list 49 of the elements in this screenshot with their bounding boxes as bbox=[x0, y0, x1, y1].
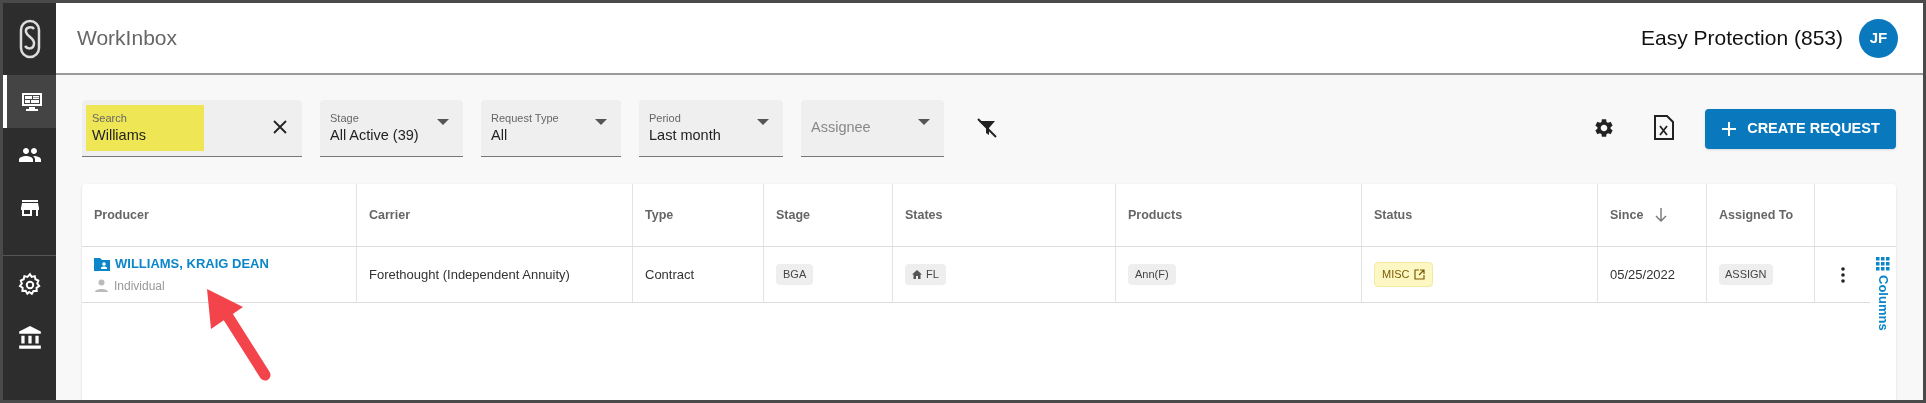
search-field[interactable]: Search Williams bbox=[82, 100, 302, 157]
more-options-icon[interactable] bbox=[1840, 266, 1845, 283]
column-header[interactable]: Producer bbox=[94, 205, 149, 225]
column-header[interactable]: Stage bbox=[776, 205, 811, 225]
status-tag: MISC bbox=[1374, 262, 1433, 287]
spreadsheet-export-icon[interactable] bbox=[1653, 114, 1675, 141]
organization-name: Easy Protection (853) bbox=[1641, 25, 1843, 52]
grid-icon bbox=[1876, 257, 1890, 271]
column-header[interactable]: Products bbox=[1128, 205, 1183, 225]
logo-icon bbox=[17, 19, 42, 59]
person-icon bbox=[95, 279, 108, 293]
select-field[interactable]: Period Last month bbox=[639, 100, 783, 157]
select-field[interactable]: Request Type All bbox=[481, 100, 621, 157]
open-external-icon[interactable] bbox=[1413, 269, 1425, 280]
stage-tag: BGA bbox=[776, 264, 814, 285]
bank-icon bbox=[16, 324, 43, 351]
state-tag: FL bbox=[905, 264, 946, 285]
producer-link[interactable]: WILLIAMS, KRAIG DEAN bbox=[115, 254, 269, 274]
settings-icon bbox=[16, 271, 43, 298]
dropdown-caret-icon bbox=[918, 119, 930, 125]
assign-button[interactable]: ASSIGN bbox=[1719, 264, 1773, 285]
home-icon bbox=[912, 270, 922, 279]
dropdown-caret-icon bbox=[595, 119, 607, 125]
column-header[interactable]: Status bbox=[1374, 205, 1413, 225]
select-field[interactable]: Assignee bbox=[801, 100, 944, 157]
user-avatar[interactable]: JF bbox=[1859, 18, 1898, 58]
clear-icon[interactable] bbox=[272, 119, 288, 135]
producer-type: Individual bbox=[114, 277, 165, 295]
column-header[interactable]: States bbox=[905, 205, 943, 225]
plus-icon bbox=[1721, 121, 1738, 137]
clear-filter-icon[interactable] bbox=[976, 117, 998, 139]
sort-descending-icon[interactable] bbox=[1655, 208, 1668, 222]
settings-icon[interactable] bbox=[1593, 117, 1615, 139]
create-request-button[interactable]: CREATE REQUEST bbox=[1705, 109, 1896, 149]
table-cell-text: Forethought (Independent Annuity) bbox=[369, 265, 570, 284]
column-header[interactable]: Assigned To bbox=[1719, 205, 1794, 225]
table-cell-text: 05/25/2022 bbox=[1610, 265, 1676, 284]
column-header[interactable]: Type bbox=[645, 205, 674, 225]
dropdown-caret-icon bbox=[757, 119, 769, 125]
contact-folder-icon bbox=[94, 257, 110, 271]
table-cell-text: Contract bbox=[645, 265, 695, 284]
column-header[interactable]: Carrier bbox=[369, 205, 410, 225]
sidebar-item[interactable] bbox=[3, 75, 56, 128]
dropdown-caret-icon bbox=[437, 119, 449, 125]
product-tag: Ann(F) bbox=[1128, 264, 1176, 285]
column-header[interactable]: Since bbox=[1610, 205, 1644, 225]
select-field[interactable]: Stage All Active (39) bbox=[320, 100, 463, 157]
page-title: WorkInbox bbox=[77, 25, 177, 52]
columns-tab[interactable]: Columns bbox=[1873, 257, 1893, 331]
